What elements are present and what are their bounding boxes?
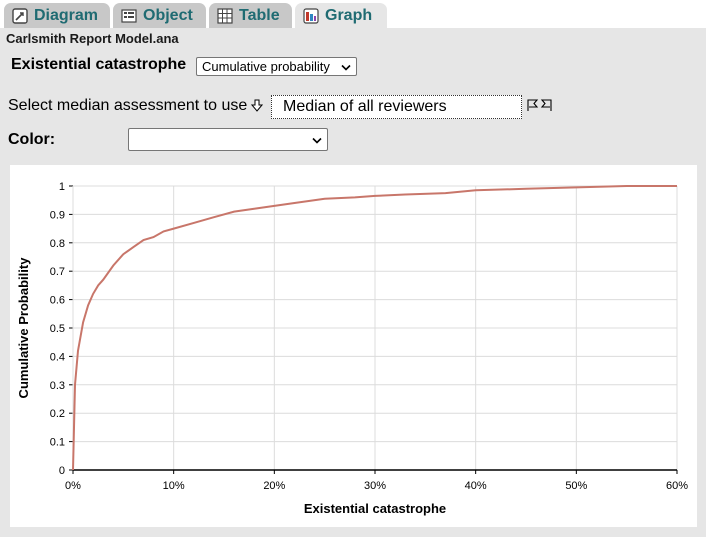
- tab-label: Graph: [325, 6, 373, 24]
- y-tick-label: 0.3: [50, 380, 65, 392]
- x-tick-label: 20%: [263, 480, 285, 492]
- x-axis-title: Existential catastrophe: [304, 501, 446, 516]
- diagram-icon: [12, 7, 28, 24]
- flag-right-icon[interactable]: [526, 99, 539, 117]
- y-tick-label: 0: [59, 465, 65, 477]
- y-tick-label: 0.9: [50, 209, 65, 221]
- tab-object[interactable]: Object: [113, 3, 206, 28]
- graph-icon: [303, 7, 319, 24]
- y-axis-title: Cumulative Probability: [16, 257, 31, 399]
- graph-panel: 0 0.1 0.2 0.3 0.4 0.5 0.6 0.7 0.8 0.9 1 0% 10% 20% 30…: [10, 165, 697, 527]
- cumulative-probability-chart: 0 0.1 0.2 0.3 0.4 0.5 0.6 0.7 0.8 0.9 1 0% 10% 20% 30…: [16, 181, 688, 516]
- flag-left-icon[interactable]: [540, 99, 553, 117]
- tab-label: Diagram: [34, 6, 99, 24]
- y-tick-label: 0.7: [50, 266, 65, 278]
- table-icon: [217, 7, 233, 24]
- y-tick-label: 0.5: [50, 323, 65, 335]
- x-tick-label: 40%: [465, 480, 487, 492]
- y-tick-label: 0.1: [50, 437, 65, 449]
- x-tick-label: 30%: [364, 480, 386, 492]
- y-tick-label: 0.2: [50, 408, 65, 420]
- variable-title: Existential catastrophe: [11, 56, 187, 73]
- x-tick-label: 10%: [163, 480, 185, 492]
- model-title: Carlsmith Report Model.ana: [6, 31, 179, 46]
- x-tick-label: 0%: [65, 480, 81, 492]
- y-tick-label: 0.6: [50, 295, 65, 307]
- median-assessment-value: Median of all reviewers: [283, 98, 447, 115]
- color-select[interactable]: [128, 128, 328, 151]
- y-tick-label: 0.4: [50, 351, 65, 363]
- chevron-down-icon: [341, 59, 351, 74]
- x-tick-labels: 0% 10% 20% 30% 40% 50% 60%: [65, 480, 688, 492]
- object-icon: [121, 8, 137, 24]
- tab-table[interactable]: Table: [209, 3, 292, 28]
- x-tick-label: 60%: [666, 480, 688, 492]
- y-tick-label: 0.8: [50, 238, 65, 250]
- y-tick-label: 1: [59, 181, 65, 193]
- y-tick-labels: 0 0.1 0.2 0.3 0.4 0.5 0.6 0.7 0.8 0.9 1: [50, 181, 65, 477]
- median-label: Select median assessment to use: [8, 97, 248, 114]
- chevron-down-icon: [312, 132, 322, 147]
- color-label: Color:: [8, 131, 56, 148]
- tab-diagram[interactable]: Diagram: [4, 3, 110, 28]
- tab-graph[interactable]: Graph: [295, 3, 387, 28]
- median-assessment-field[interactable]: Median of all reviewers: [271, 95, 522, 119]
- chart-grid: [69, 185, 678, 474]
- tab-label: Table: [239, 6, 280, 24]
- view-type-select[interactable]: Cumulative probability: [196, 57, 357, 76]
- tab-label: Object: [143, 6, 193, 24]
- view-type-value: Cumulative probability: [202, 59, 330, 74]
- x-tick-label: 50%: [565, 480, 587, 492]
- tab-bar: Diagram Object Table Graph: [0, 0, 706, 28]
- arrow-down-icon: [250, 99, 264, 117]
